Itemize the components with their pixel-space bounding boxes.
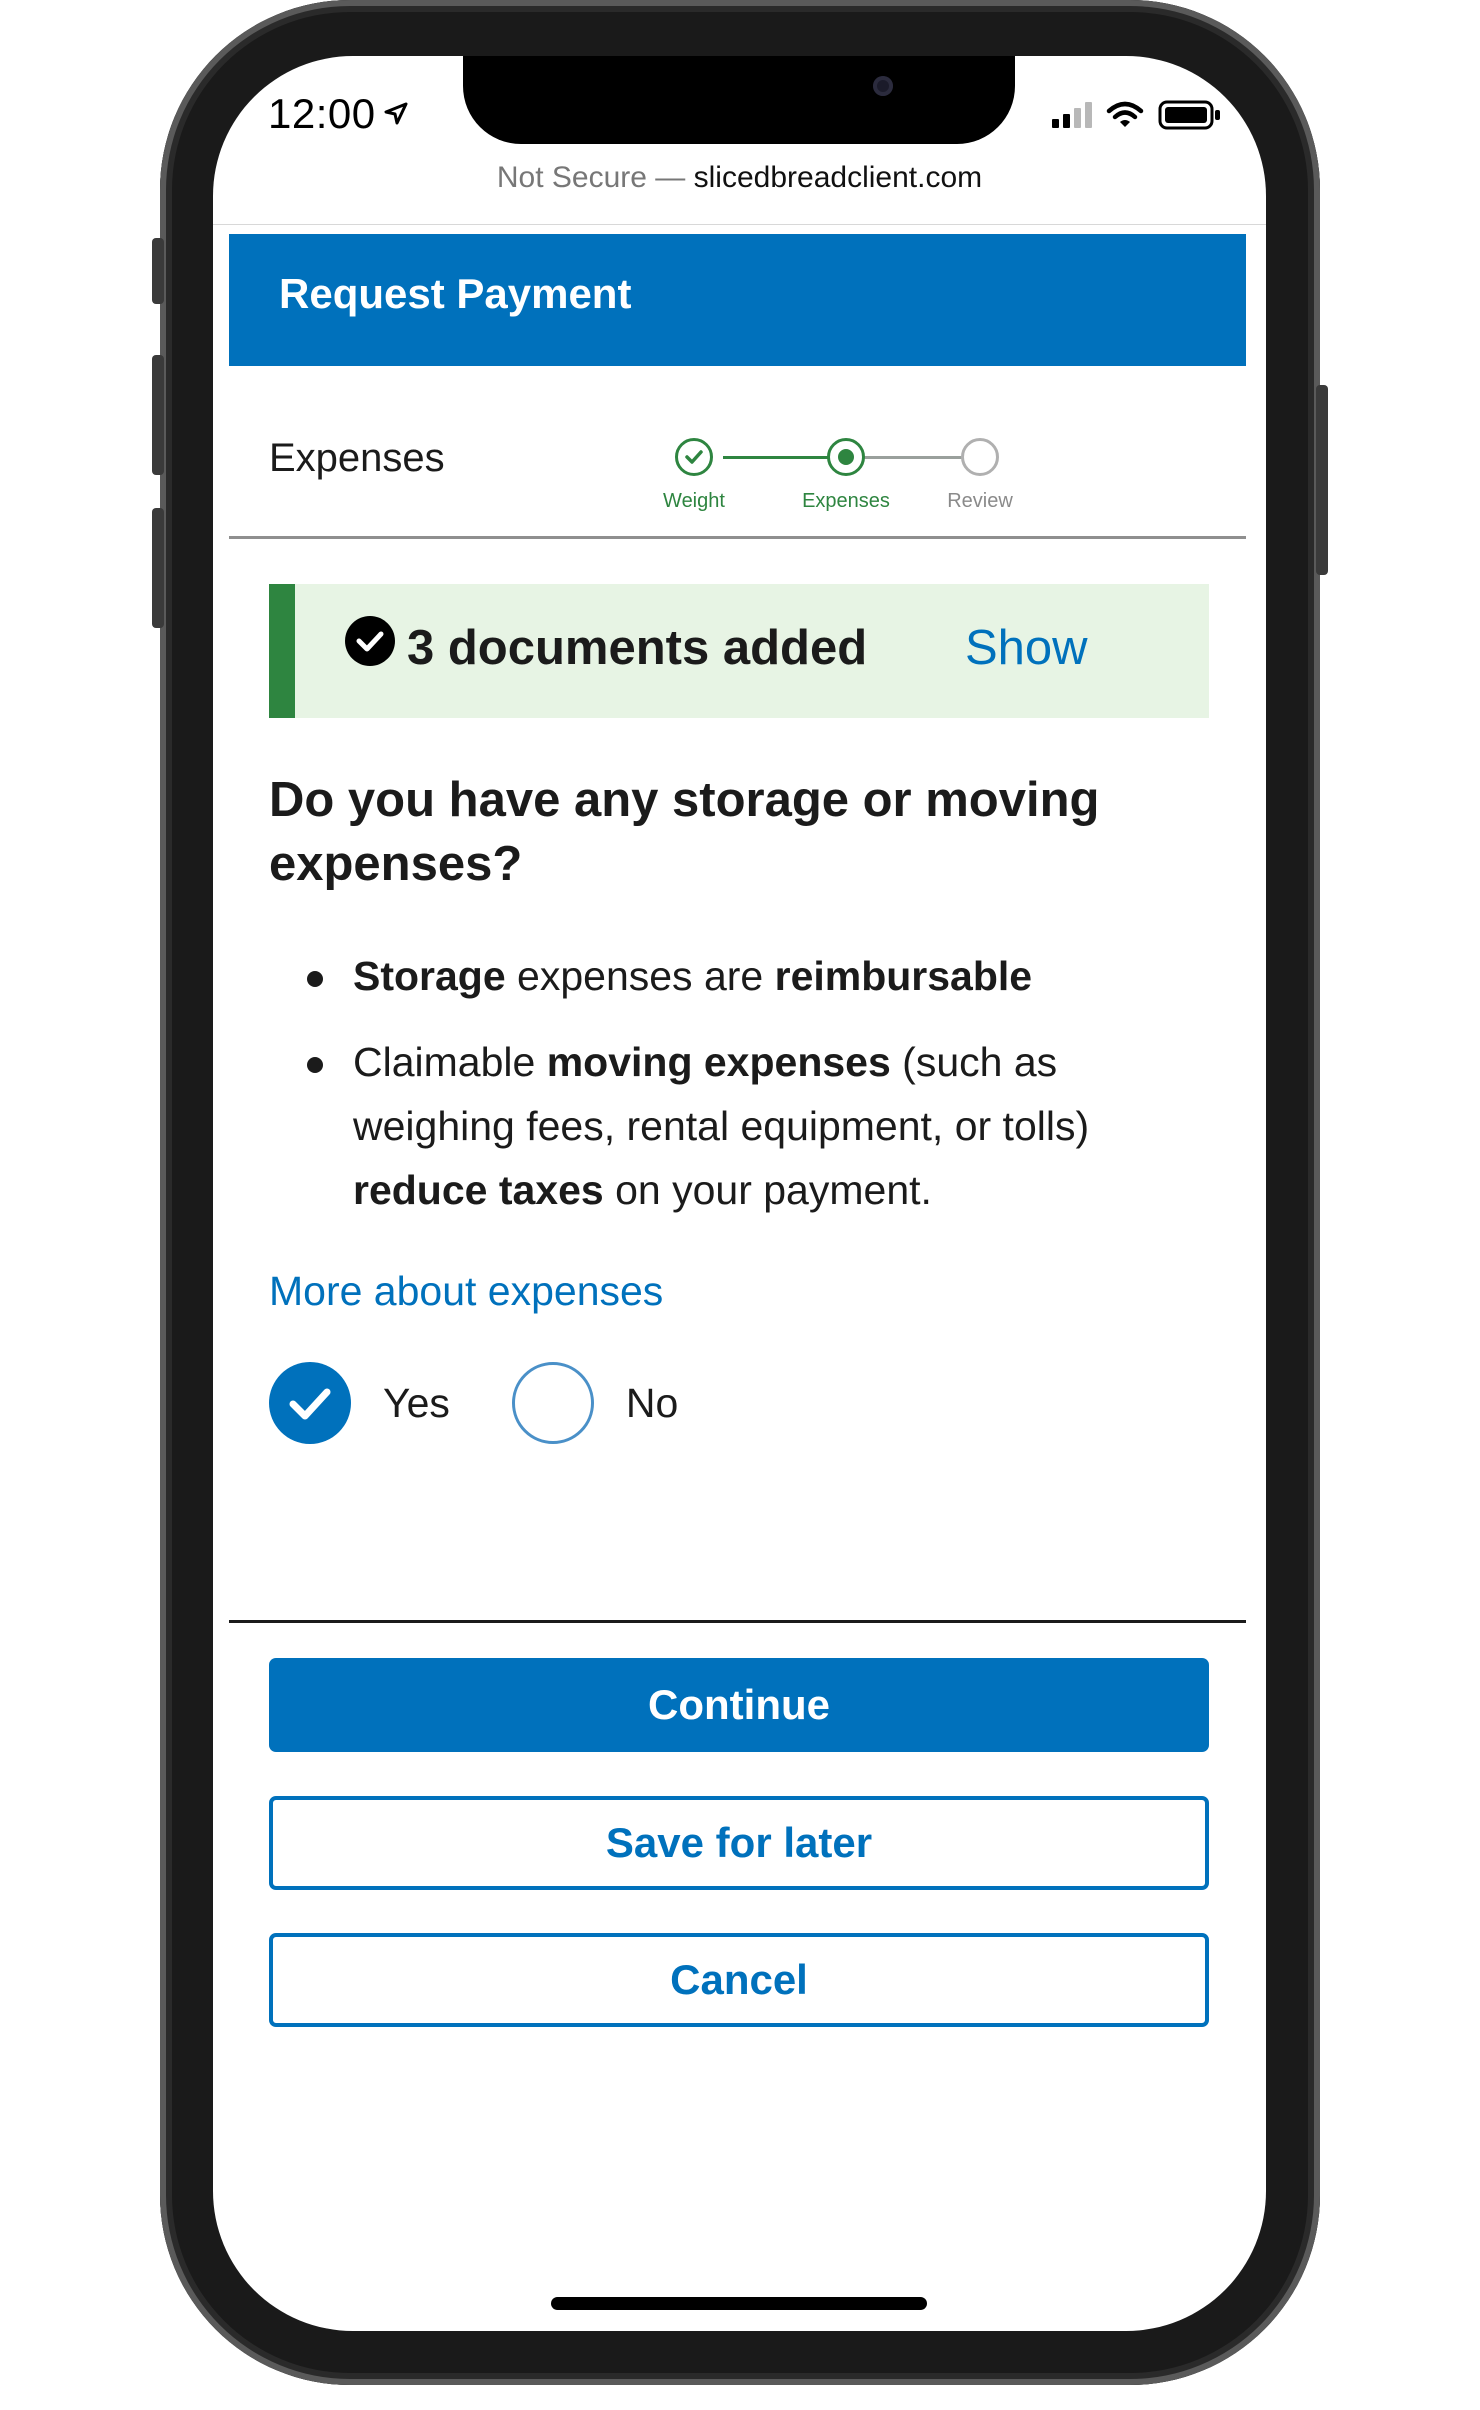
step-label-review: Review	[947, 490, 1013, 512]
save-for-later-button[interactable]: Save for later	[269, 1796, 1209, 1890]
expenses-radio-group: Yes No	[269, 1361, 740, 1445]
step-connector-complete	[723, 456, 843, 459]
battery-icon	[1158, 100, 1220, 130]
check-icon	[289, 1388, 331, 1420]
page-title: Request Payment	[279, 270, 632, 317]
list-item: Claimable moving expenses (such as weigh…	[307, 1030, 1213, 1222]
cellular-signal-icon	[1052, 102, 1092, 128]
radio-no-control[interactable]	[511, 1362, 594, 1444]
bold-text: reimbursable	[774, 953, 1033, 999]
volume-up-button	[152, 355, 164, 475]
cancel-button[interactable]: Cancel	[269, 1933, 1209, 2027]
bold-text: moving expenses	[546, 1039, 891, 1085]
location-arrow-icon	[384, 102, 408, 125]
list-item: Storage expenses are reimbursable	[307, 944, 1213, 1008]
list-text: expenses are	[505, 953, 775, 999]
volume-down-button	[152, 508, 164, 628]
url-separator: —	[655, 161, 694, 194]
documents-alert: 3 documents added Show	[269, 584, 1209, 718]
list-text: on your payment.	[603, 1167, 932, 1213]
wifi-icon	[1106, 101, 1144, 127]
more-about-expenses-link[interactable]: More about expenses	[269, 1268, 663, 1315]
radio-no-label[interactable]: No	[626, 1380, 678, 1427]
question-heading: Do you have any storage or moving expens…	[269, 773, 1100, 891]
notch	[463, 56, 1015, 144]
step-label-weight: Weight	[663, 490, 725, 512]
current-step-dot	[838, 449, 854, 465]
security-label: Not Secure	[496, 161, 647, 194]
step-review-node	[961, 438, 999, 476]
show-documents-link[interactable]: Show	[965, 620, 1088, 676]
actions-divider	[229, 1620, 1246, 1623]
status-time: 12:00	[268, 90, 376, 137]
info-list: Storage expenses are reimbursable Claima…	[307, 944, 1213, 1244]
front-camera	[873, 76, 893, 96]
radio-yes-control[interactable]	[269, 1362, 351, 1444]
step-weight-node	[675, 438, 713, 476]
continue-button[interactable]: Continue	[269, 1658, 1209, 1752]
current-step-title: Expenses	[269, 436, 445, 480]
check-icon	[685, 450, 703, 464]
step-connector-pending-2	[861, 456, 971, 459]
alert-message: 3 documents added	[407, 621, 868, 675]
status-icons	[1052, 100, 1222, 130]
bold-text: Storage	[353, 953, 506, 999]
home-indicator[interactable]	[551, 2297, 927, 2310]
mute-switch	[152, 238, 164, 304]
browser-url-bar[interactable]: Not Secure — slicedbreadclient.com	[213, 161, 1266, 216]
url-domain: slicedbreadclient.com	[693, 161, 983, 194]
list-text: Claimable	[353, 1039, 547, 1085]
radio-yes-label[interactable]: Yes	[383, 1380, 450, 1427]
step-label-expenses: Expenses	[802, 490, 890, 512]
step-expenses-node	[827, 438, 865, 476]
check-circle-icon	[345, 616, 395, 666]
bold-text: reduce taxes	[353, 1167, 604, 1213]
radio-yes[interactable]: Yes	[269, 1362, 450, 1444]
radio-no[interactable]: No	[511, 1362, 678, 1444]
page-header: Request Payment	[229, 234, 1246, 366]
phone-screen: 12:00 Not Secure — slicedbreadclient.com…	[213, 56, 1266, 2331]
power-button	[1316, 385, 1328, 575]
stepper-divider	[229, 536, 1246, 539]
progress-stepper: Weight Expenses Review	[663, 426, 1213, 516]
url-divider	[213, 224, 1266, 225]
